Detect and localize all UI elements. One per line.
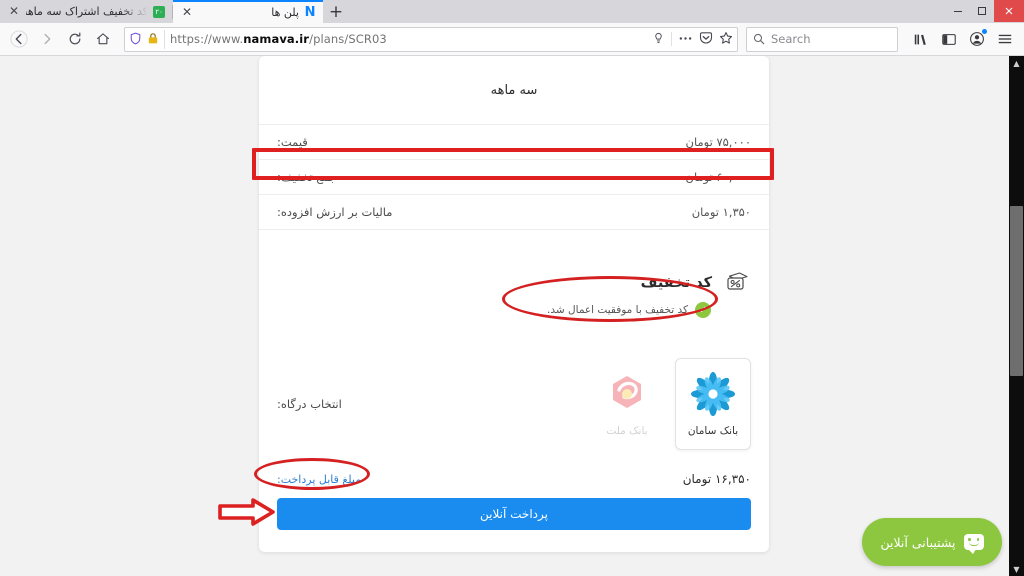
percent-card-icon <box>721 270 751 296</box>
shield-icon[interactable] <box>129 30 142 49</box>
search-bar[interactable]: Search <box>746 26 898 52</box>
ellipsis-icon[interactable] <box>678 30 693 49</box>
browser-tab-1[interactable]: کد تخفیف اشتراک سه ماهه نماوا ✕ <box>0 0 172 23</box>
subscription-card: سه ماهه قیمت: ۷۵,۰۰۰ تومان جمع تخفیف: ۶۰… <box>259 56 769 552</box>
close-window-button[interactable] <box>994 0 1024 22</box>
check-circle-icon: ✓ <box>695 302 711 318</box>
pocket-icon[interactable] <box>699 30 713 49</box>
forward-arrow-icon <box>34 26 60 52</box>
vertical-scrollbar[interactable]: ▲ ▼ <box>1009 56 1024 576</box>
discount-success-message: ✓ کد تخفیف با موفقیت اعمال شد. <box>277 302 751 318</box>
tab-title: کد تخفیف اشتراک سه ماهه نماوا <box>26 5 148 18</box>
star-icon[interactable] <box>719 30 733 49</box>
sidebar-icon[interactable] <box>936 26 962 52</box>
support-label: پشتیبانی آنلاین <box>880 534 956 550</box>
account-badge <box>982 29 987 34</box>
browser-window: کد تخفیف اشتراک سه ماهه نماوا ✕ N پلن ها… <box>0 0 1024 576</box>
bank-option-saman[interactable]: بانک سامان <box>675 358 751 450</box>
search-input[interactable]: Search <box>771 32 811 46</box>
pay-online-button[interactable]: پرداخت آنلاین <box>277 498 751 530</box>
window-controls <box>946 0 1024 22</box>
minimize-button[interactable] <box>946 0 970 22</box>
gateway-section: بانک ملت بانک سامان انتخاب درگاه: <box>259 342 769 466</box>
row-label: قیمت: <box>277 135 308 149</box>
browser-tab-2[interactable]: N پلن ها ✕ <box>173 0 323 23</box>
toolbar-right-icons <box>908 26 1018 52</box>
saman-bank-logo <box>691 371 735 416</box>
tab-close-icon[interactable]: ✕ <box>180 5 194 20</box>
row-label: جمع تخفیف: <box>277 170 337 184</box>
hamburger-menu-icon[interactable] <box>992 26 1018 52</box>
scroll-up-arrow-icon[interactable]: ▲ <box>1009 56 1024 70</box>
discount-message-text: کد تخفیف با موفقیت اعمال شد. <box>547 304 688 316</box>
bank-name: بانک ملت <box>606 424 648 437</box>
table-row: قیمت: ۷۵,۰۰۰ تومان <box>259 125 769 160</box>
new-tab-button[interactable]: + <box>323 0 349 23</box>
home-icon[interactable] <box>90 26 116 52</box>
url-action-icons <box>652 30 733 49</box>
discount-title: کد تخفیف <box>640 275 712 291</box>
site-identity[interactable] <box>129 29 165 49</box>
reader-view-icon[interactable] <box>652 30 665 49</box>
navigation-toolbar: https://www.namava.ir/plans/SCR03 Search <box>0 23 1024 56</box>
tab-title: پلن ها <box>271 6 299 19</box>
chat-smiley-icon <box>963 534 984 554</box>
discount-section: کد تخفیف ✓ کد تخفیف با موفقیت اعمال شد. <box>259 264 769 342</box>
page-content: سه ماهه قیمت: ۷۵,۰۰۰ تومان جمع تخفیف: ۶۰… <box>0 56 1024 576</box>
payable-amount: ۱۶,۳۵۰ تومان <box>682 472 751 486</box>
discount-header: کد تخفیف <box>277 270 751 296</box>
maximize-restore-button[interactable] <box>970 0 994 22</box>
gateway-label: انتخاب درگاه: <box>277 397 342 411</box>
url-text: https://www.namava.ir/plans/SCR03 <box>170 32 387 46</box>
scroll-down-arrow-icon[interactable]: ▼ <box>1009 562 1024 576</box>
reload-icon[interactable] <box>62 26 88 52</box>
bank-options: بانک ملت بانک سامان <box>589 358 751 450</box>
pay-button-wrapper: پرداخت آنلاین <box>259 498 769 552</box>
search-icon <box>753 30 765 49</box>
tab-favicon-icon: N <box>304 5 316 20</box>
row-value: ۷۵,۰۰۰ تومان <box>685 135 751 149</box>
support-widget[interactable]: پشتیبانی آنلاین <box>862 518 1002 566</box>
row-value: ۱,۳۵۰ تومان <box>691 205 751 219</box>
row-label: مالیات بر ارزش افزوده: <box>277 205 393 219</box>
account-icon[interactable] <box>964 26 990 52</box>
mellat-bank-logo <box>605 372 649 416</box>
padlock-icon[interactable] <box>147 30 159 49</box>
url-bar[interactable]: https://www.namava.ir/plans/SCR03 <box>124 26 738 52</box>
bank-option-mellat[interactable]: بانک ملت <box>589 358 665 450</box>
library-icon[interactable] <box>908 26 934 52</box>
back-arrow-icon[interactable] <box>6 26 32 52</box>
tab-strip: کد تخفیف اشتراک سه ماهه نماوا ✕ N پلن ها… <box>0 0 1024 23</box>
table-row: مالیات بر ارزش افزوده: ۱,۳۵۰ تومان <box>259 195 769 230</box>
scrollbar-thumb[interactable] <box>1010 206 1023 376</box>
tab-close-icon[interactable]: ✕ <box>7 4 21 19</box>
price-rows: قیمت: ۷۵,۰۰۰ تومان جمع تخفیف: ۶۰,۰۰۰ توم… <box>259 124 769 230</box>
page-body: سه ماهه قیمت: ۷۵,۰۰۰ تومان جمع تخفیف: ۶۰… <box>8 56 1016 576</box>
row-value: ۶۰,۰۰۰ تومان <box>685 170 751 184</box>
bank-name: بانک سامان <box>687 424 739 437</box>
url-divider <box>671 32 672 46</box>
tab-favicon-icon <box>153 5 165 18</box>
table-row: جمع تخفیف: ۶۰,۰۰۰ تومان <box>259 160 769 195</box>
payable-section: ۱۶,۳۵۰ تومان مبلغ قابل پرداخت: <box>259 466 769 498</box>
payable-label: مبلغ قابل پرداخت: <box>277 472 362 486</box>
page-title: سه ماهه <box>490 83 538 98</box>
